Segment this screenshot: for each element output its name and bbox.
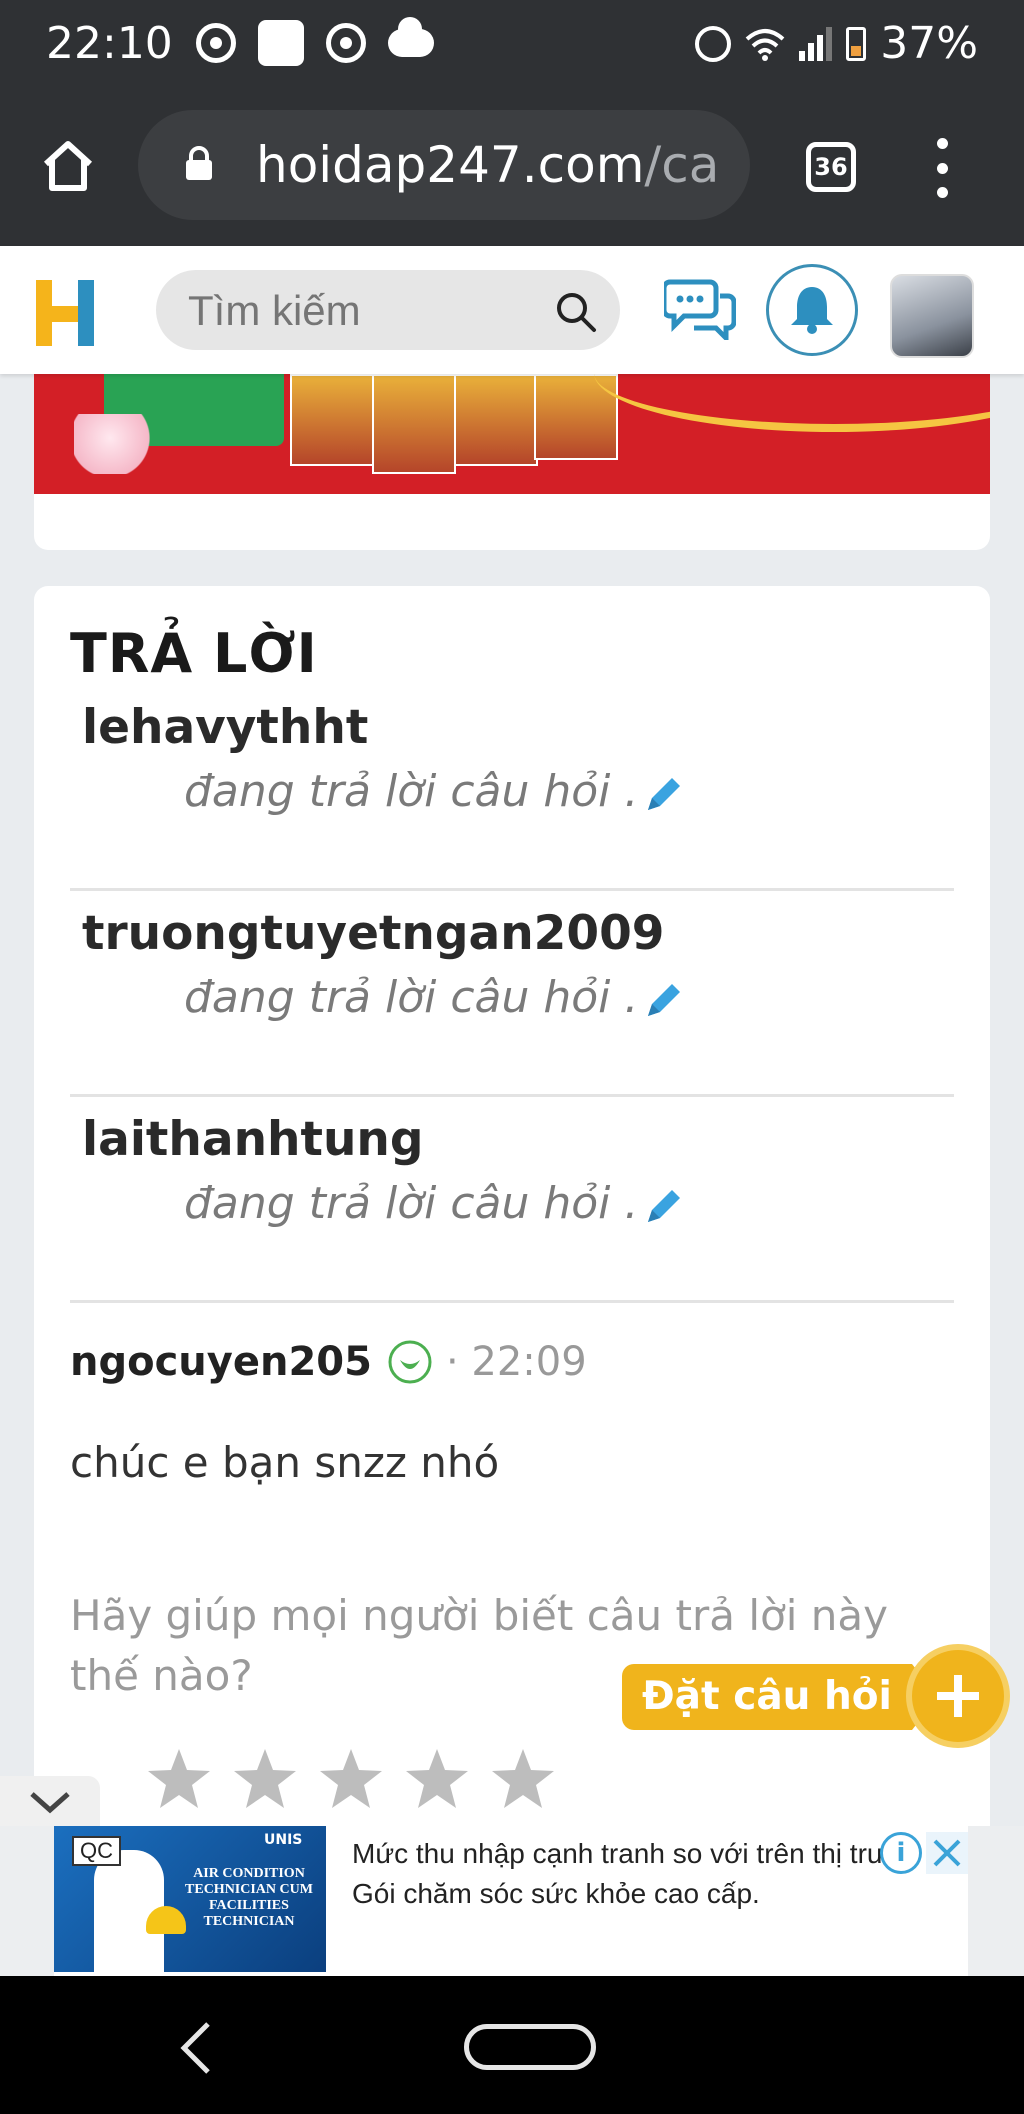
app-icon bbox=[258, 20, 304, 66]
status-time: 22:10 bbox=[46, 18, 173, 69]
ad-label: QC bbox=[72, 1836, 121, 1866]
cloud-icon bbox=[388, 17, 434, 57]
answer-meta: ngocuyen205 · 22:09 bbox=[70, 1338, 587, 1386]
system-nav-bar bbox=[0, 1976, 1024, 2114]
alarm-icon bbox=[695, 25, 732, 62]
answer-time: · 22:09 bbox=[445, 1339, 587, 1385]
notification-icons bbox=[196, 17, 434, 66]
ad-info-icon[interactable]: i bbox=[880, 1832, 922, 1874]
status-bar: 22:10 37% bbox=[0, 0, 1024, 88]
ad-image-text: AIR CONDITION TECHNICIAN CUM FACILITIES … bbox=[185, 1866, 313, 1929]
rating-stars bbox=[146, 1746, 556, 1812]
notification-button[interactable] bbox=[766, 264, 858, 356]
banner-card bbox=[34, 374, 990, 550]
typing-indicator: truongtuyetngan2009 đang trả lời câu hỏi… bbox=[70, 888, 954, 1097]
banner-ad-image[interactable] bbox=[34, 374, 990, 494]
signal-icon bbox=[799, 26, 833, 61]
chat-icon[interactable] bbox=[664, 276, 736, 340]
typing-indicator: lehavythht đang trả lời câu hỏi . bbox=[70, 682, 954, 891]
plus-icon[interactable] bbox=[906, 1644, 1010, 1748]
ad-image: UNIS AIR CONDITION TECHNICIAN CUM FACILI… bbox=[54, 1826, 326, 1972]
home-button[interactable] bbox=[464, 2024, 596, 2070]
star-icon[interactable] bbox=[146, 1746, 212, 1812]
answer-body: chúc e bạn snzz nhó bbox=[70, 1438, 500, 1487]
pencil-icon bbox=[648, 984, 681, 1016]
address-bar[interactable]: hoidap247.com/ca bbox=[138, 110, 750, 220]
site-header bbox=[0, 246, 1024, 374]
star-icon[interactable] bbox=[232, 1746, 298, 1812]
ad-banner: UNIS AIR CONDITION TECHNICIAN CUM FACILI… bbox=[0, 1826, 1024, 1976]
lock-icon bbox=[186, 146, 212, 180]
url-domain: hoidap247.com bbox=[256, 136, 645, 194]
search-input[interactable] bbox=[186, 280, 530, 342]
answer-section: TRẢ LỜI lehavythht đang trả lời câu hỏi … bbox=[34, 586, 990, 1826]
bell-icon bbox=[791, 287, 833, 334]
user-avatar[interactable] bbox=[890, 274, 974, 358]
star-icon[interactable] bbox=[490, 1746, 556, 1812]
back-icon[interactable] bbox=[176, 2020, 216, 2076]
url-text: hoidap247.com/ca bbox=[256, 136, 726, 194]
ad-line-1: Mức thu nhập cạnh tranh so với trên thị … bbox=[352, 1838, 886, 1869]
ad-close-icon[interactable] bbox=[926, 1832, 968, 1874]
system-icons: 37% bbox=[695, 18, 978, 69]
answer-author[interactable]: ngocuyen205 bbox=[70, 1339, 372, 1385]
home-icon[interactable] bbox=[40, 138, 96, 194]
typing-status: đang trả lời câu hỏi . bbox=[184, 766, 686, 817]
chrome-icon bbox=[326, 23, 366, 63]
typing-status-text: đang trả lời câu hỏi . bbox=[184, 766, 639, 817]
ask-question-button[interactable]: Đặt câu hỏi bbox=[622, 1664, 938, 1730]
ad-line-2: Gói chăm sóc sức khỏe cao cấp. bbox=[352, 1878, 760, 1909]
site-logo[interactable] bbox=[32, 276, 98, 350]
chrome-icon bbox=[196, 23, 236, 63]
ad-content[interactable]: UNIS AIR CONDITION TECHNICIAN CUM FACILI… bbox=[54, 1826, 968, 1976]
typing-indicator: laithanhtung đang trả lời câu hỏi . bbox=[70, 1094, 954, 1303]
star-icon[interactable] bbox=[318, 1746, 384, 1812]
typing-status: đang trả lời câu hỏi . bbox=[184, 972, 686, 1023]
tab-switcher-button[interactable]: 36 bbox=[806, 142, 856, 192]
typing-username[interactable]: lehavythht bbox=[82, 700, 368, 755]
search-box bbox=[156, 270, 620, 350]
wifi-icon bbox=[745, 28, 785, 61]
answer-time-value: 22:09 bbox=[471, 1339, 587, 1385]
battery-percent: 37% bbox=[880, 18, 978, 69]
ad-brand: UNIS bbox=[264, 1832, 303, 1848]
battery-icon bbox=[846, 26, 867, 61]
section-title: TRẢ LỜI bbox=[70, 622, 318, 685]
browser-toolbar: hoidap247.com/ca 36 bbox=[0, 88, 1024, 246]
typing-status-text: đang trả lời câu hỏi . bbox=[184, 1178, 639, 1229]
url-path: /ca bbox=[644, 136, 720, 194]
more-menu-icon[interactable] bbox=[930, 138, 954, 198]
rank-badge-icon bbox=[388, 1340, 432, 1384]
collapse-ad-button[interactable] bbox=[0, 1776, 100, 1826]
star-icon[interactable] bbox=[404, 1746, 470, 1812]
typing-username[interactable]: laithanhtung bbox=[82, 1112, 424, 1167]
typing-status-text: đang trả lời câu hỏi . bbox=[184, 972, 639, 1023]
search-icon[interactable] bbox=[554, 290, 598, 334]
typing-status: đang trả lời câu hỏi . bbox=[184, 1178, 686, 1229]
pencil-icon bbox=[648, 1190, 681, 1222]
pencil-icon bbox=[648, 778, 681, 810]
typing-username[interactable]: truongtuyetngan2009 bbox=[82, 906, 665, 961]
chevron-down-icon bbox=[30, 1792, 70, 1814]
